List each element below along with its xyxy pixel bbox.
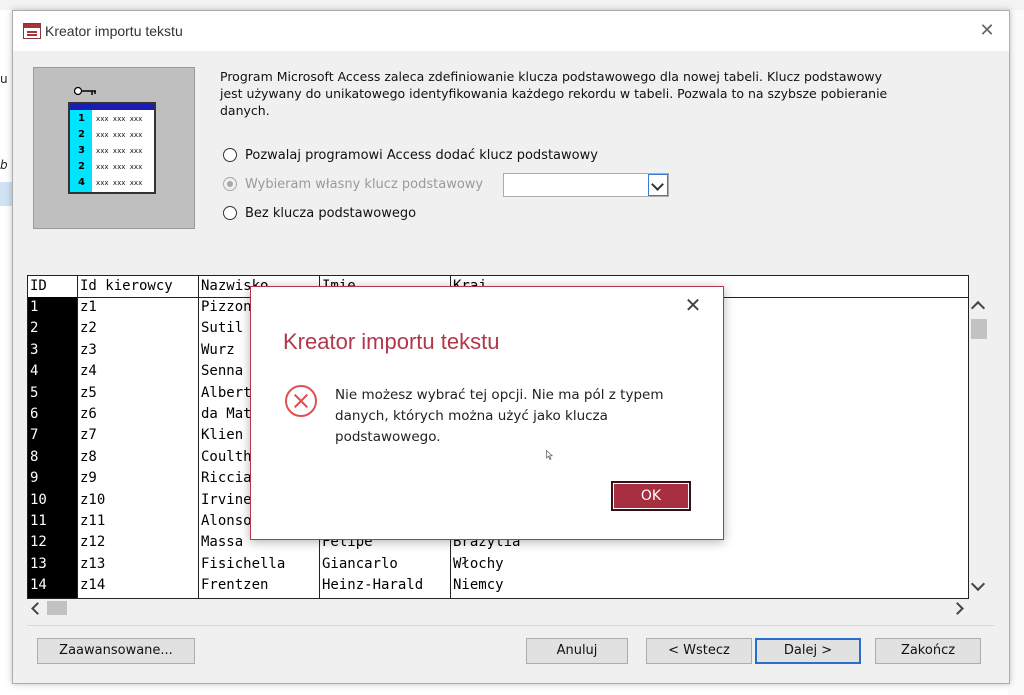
- table-row[interactable]: 13 z13 Fisichella Giancarlo Włochy: [28, 554, 968, 575]
- background-selection: [0, 182, 12, 206]
- mouse-cursor-icon: [546, 450, 553, 460]
- cancel-button[interactable]: Anuluj: [526, 638, 628, 664]
- access-form-icon: [23, 23, 41, 39]
- wizard-title: Kreator importu tekstu: [45, 23, 183, 39]
- column-header-driver-id[interactable]: Id kierowcy: [78, 276, 199, 297]
- illustration-row: 2 xxx xxx xxx: [70, 159, 154, 174]
- access-background-right: [1008, 10, 1024, 695]
- next-button[interactable]: Dalej >: [755, 638, 861, 664]
- access-background-left: u b: [0, 10, 12, 695]
- key-icon: [74, 86, 96, 96]
- cell-surname: Frentzen: [201, 577, 269, 594]
- chevron-down-icon[interactable]: [648, 174, 668, 196]
- cell-driver-id: z14: [80, 577, 106, 594]
- illustration-row-cells: xxx xxx xxx: [96, 163, 143, 171]
- cell-id: 7: [30, 427, 39, 444]
- cell-driver-id: z10: [80, 491, 106, 508]
- vertical-scroll-thumb[interactable]: [971, 319, 987, 339]
- error-icon: [285, 385, 317, 417]
- cell-driver-id: z7: [80, 427, 97, 444]
- background-char: u: [0, 72, 8, 86]
- cell-driver-id: z5: [80, 384, 97, 401]
- dialog-close-button[interactable]: ✕: [681, 293, 705, 317]
- scroll-up-icon[interactable]: [970, 300, 986, 316]
- own-key-combo[interactable]: [503, 173, 669, 197]
- radio-no-key[interactable]: [223, 206, 237, 220]
- cell-id: 10: [30, 491, 47, 508]
- footer-divider: [27, 625, 995, 626]
- illustration-row-number: 2: [78, 161, 85, 172]
- illustration-row-number: 3: [78, 145, 85, 156]
- cell-id: 11: [30, 513, 47, 529]
- radio-own-key[interactable]: [223, 177, 237, 191]
- cell-id: 12: [30, 534, 47, 551]
- cell-id: 1: [30, 299, 39, 315]
- radio-auto-key[interactable]: [223, 148, 237, 162]
- option-no-key-label[interactable]: Bez klucza podstawowego: [245, 206, 416, 221]
- wizard-titlebar: Kreator importu tekstu ✕: [13, 11, 1009, 51]
- option-no-key[interactable]: Bez klucza podstawowego: [223, 203, 416, 223]
- finish-button[interactable]: Zakończ: [875, 638, 981, 664]
- cell-country: Włochy: [453, 555, 504, 572]
- illustration-row-number: 1: [78, 113, 85, 124]
- cell-first-name: Heinz-Harald: [322, 577, 424, 594]
- table-row[interactable]: 14 z14 Frentzen Heinz-Harald Niemcy: [28, 575, 968, 596]
- illustration-row: 2 xxx xxx xxx: [70, 127, 154, 142]
- horizontal-scrollbar[interactable]: [27, 599, 967, 617]
- horizontal-scroll-thumb[interactable]: [47, 601, 67, 615]
- option-own-key-label[interactable]: Wybieram własny klucz podstawowy: [245, 177, 483, 192]
- illustration-row-number: 2: [78, 129, 85, 140]
- cell-first-name: Giancarlo: [322, 555, 398, 572]
- scroll-right-icon[interactable]: [951, 602, 964, 615]
- error-dialog: ✕ Kreator importu tekstu Nie możesz wybr…: [250, 286, 724, 540]
- illustration-row-cells: xxx xxx xxx: [96, 179, 143, 187]
- vertical-scrollbar[interactable]: [969, 297, 987, 597]
- cell-id: 5: [30, 384, 39, 401]
- cell-driver-id: z11: [80, 513, 106, 529]
- cell-driver-id: z4: [80, 363, 97, 380]
- illustration-row-cells: xxx xxx xxx: [96, 147, 143, 155]
- option-auto-key-label[interactable]: Pozwalaj programowi Access dodać klucz p…: [245, 148, 598, 163]
- cell-id: 9: [30, 470, 39, 487]
- illustration-row: 1 xxx xxx xxx: [70, 111, 154, 126]
- scroll-down-icon[interactable]: [970, 576, 986, 592]
- cell-id: 6: [30, 406, 39, 422]
- advanced-button[interactable]: Zaawansowane...: [37, 638, 195, 664]
- illustration-row: 3 xxx xxx xxx: [70, 143, 154, 158]
- illustration-row: 4 xxx xxx xxx: [70, 175, 154, 190]
- cell-id: 14: [30, 577, 47, 594]
- scroll-left-icon[interactable]: [31, 602, 44, 615]
- back-button[interactable]: < Wstecz: [646, 638, 752, 664]
- cell-driver-id: z9: [80, 470, 97, 487]
- option-own-key[interactable]: Wybieram własny klucz podstawowy: [223, 174, 483, 194]
- background-char: b: [0, 158, 8, 172]
- cell-driver-id: z2: [80, 320, 97, 337]
- illustration-row-cells: xxx xxx xxx: [96, 115, 143, 123]
- illustration-row-cells: xxx xxx xxx: [96, 131, 143, 139]
- wizard-close-button[interactable]: ✕: [975, 19, 999, 43]
- cell-driver-id: z3: [80, 341, 97, 358]
- cell-id: 8: [30, 448, 39, 465]
- cell-driver-id: z12: [80, 534, 106, 551]
- dialog-title: Kreator importu tekstu: [283, 329, 500, 354]
- option-auto-key[interactable]: Pozwalaj programowi Access dodać klucz p…: [223, 145, 598, 165]
- cell-country: Niemcy: [453, 577, 504, 594]
- illustration-row-number: 4: [78, 177, 85, 188]
- intro-text: Program Microsoft Access zaleca zdefinio…: [220, 69, 888, 118]
- cell-driver-id: z8: [80, 448, 97, 465]
- cell-driver-id: z13: [80, 555, 106, 572]
- cell-driver-id: z6: [80, 406, 97, 422]
- dialog-message: Nie możesz wybrać tej opcji. Nie ma pól …: [335, 387, 664, 445]
- illustration-table: 1 xxx xxx xxx 2 xxx xxx xxx 3 xxx xxx xx…: [68, 102, 156, 194]
- cell-id: 3: [30, 341, 39, 358]
- cell-id: 4: [30, 363, 39, 380]
- column-header-id[interactable]: ID: [28, 276, 78, 297]
- cell-id: 2: [30, 320, 39, 337]
- cell-driver-id: z1: [80, 299, 97, 315]
- cell-surname: Fisichella: [201, 555, 286, 572]
- ok-button[interactable]: OK: [611, 481, 691, 511]
- cell-id: 13: [30, 555, 47, 572]
- primary-key-illustration: 1 xxx xxx xxx 2 xxx xxx xxx 3 xxx xxx xx…: [33, 67, 195, 229]
